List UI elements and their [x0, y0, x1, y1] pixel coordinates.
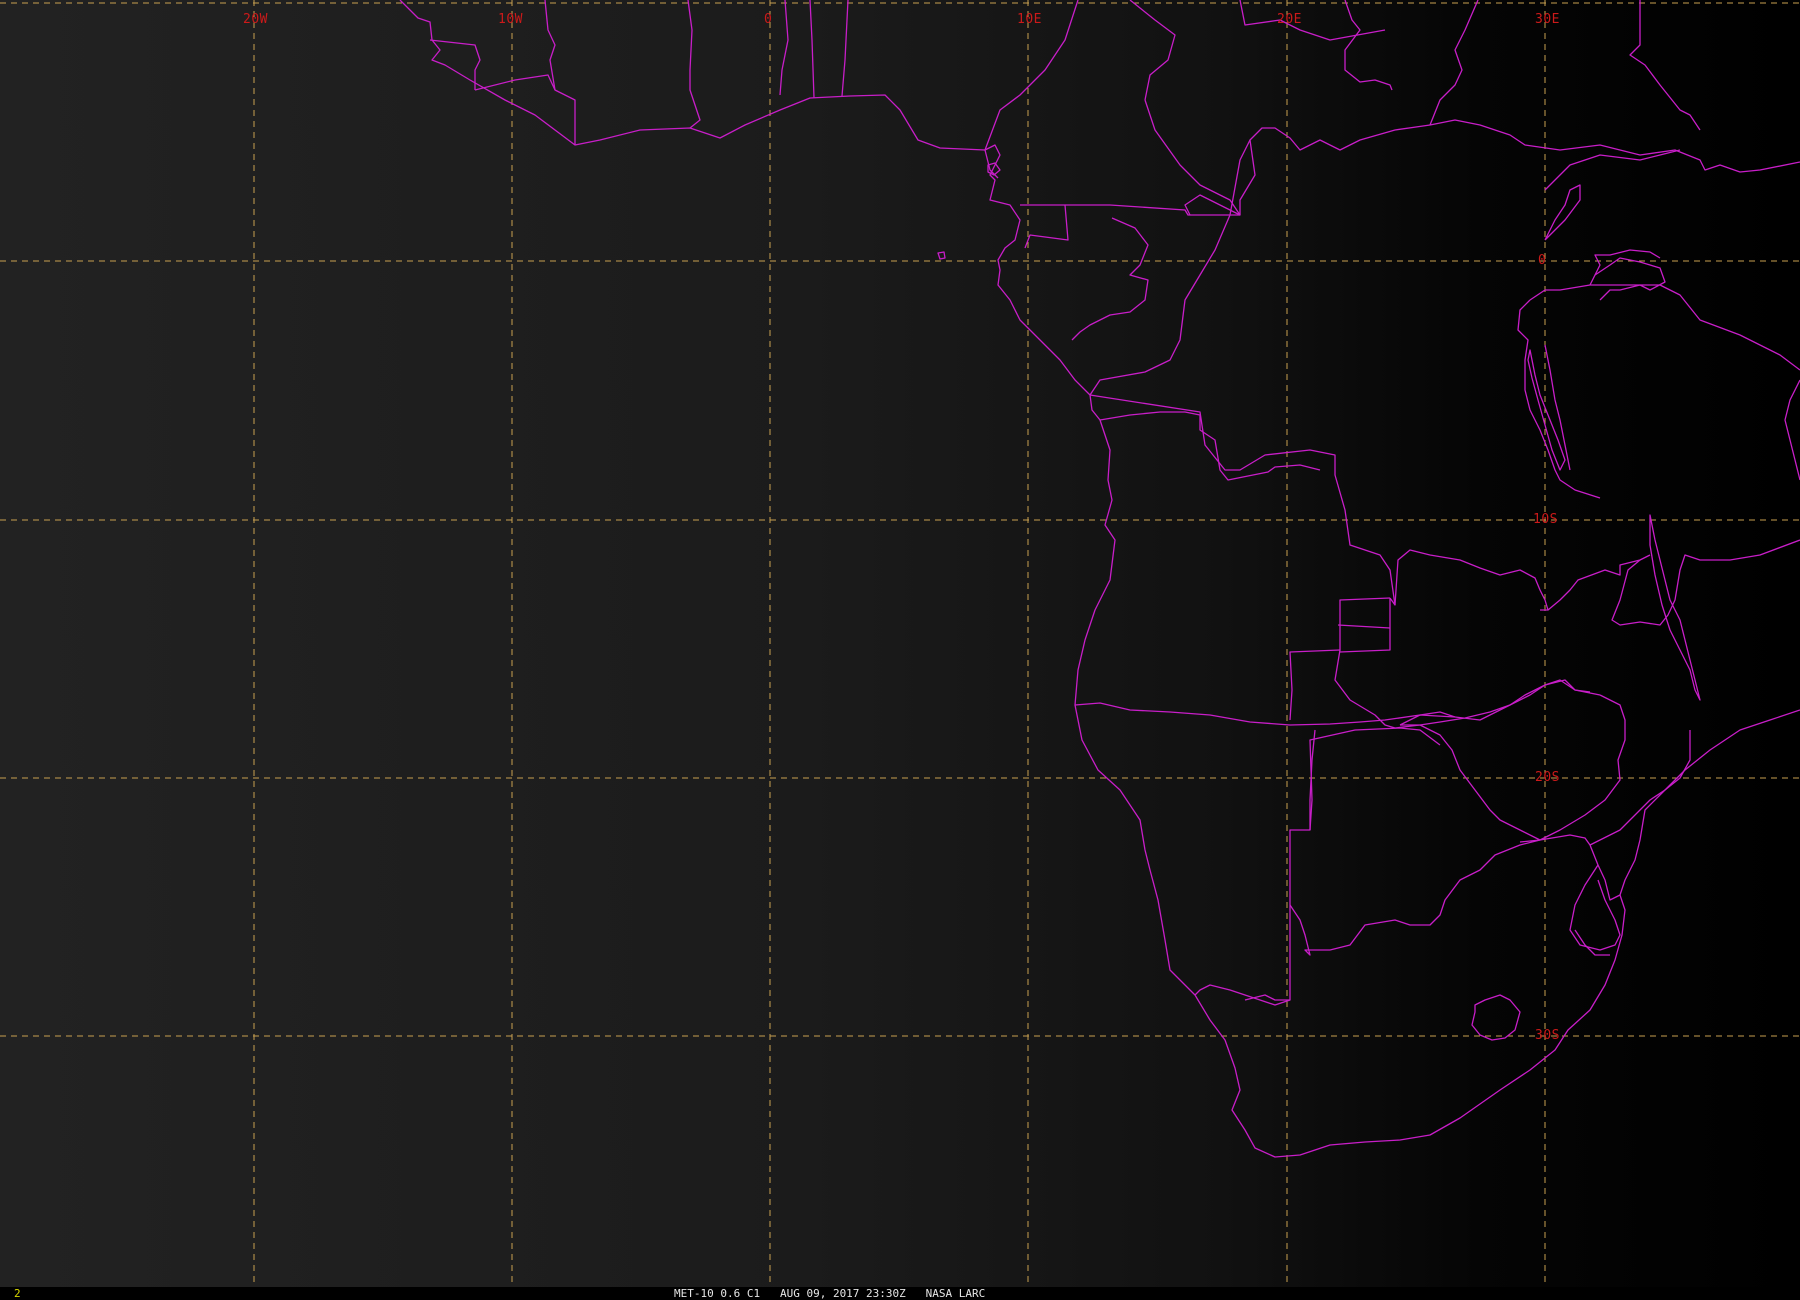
- lon-label-30e: 30E: [1535, 12, 1560, 27]
- satellite-map: 20W 10W 0 10E 20E 30E 0 10S 20S 30S: [0, 0, 1800, 1287]
- imagery-background: [0, 0, 1800, 1287]
- lon-label-10w: 10W: [498, 12, 523, 27]
- lat-label-30s: 30S: [1535, 1028, 1560, 1043]
- status-bar: 2 MET-10 0.6 C1 AUG 09, 2017 23:30Z NASA…: [0, 1287, 1800, 1300]
- image-caption: MET-10 0.6 C1 AUG 09, 2017 23:30Z NASA L…: [674, 1287, 986, 1300]
- lat-label-0: 0: [1538, 253, 1546, 268]
- frame-number: 2: [14, 1287, 21, 1300]
- lat-label-20s: 20S: [1535, 770, 1560, 785]
- lat-label-10s: 10S: [1533, 512, 1558, 527]
- lon-label-10e: 10E: [1017, 12, 1042, 27]
- lon-label-20w: 20W: [243, 12, 268, 27]
- lon-label-0: 0: [764, 12, 772, 27]
- lon-label-20e: 20E: [1277, 12, 1302, 27]
